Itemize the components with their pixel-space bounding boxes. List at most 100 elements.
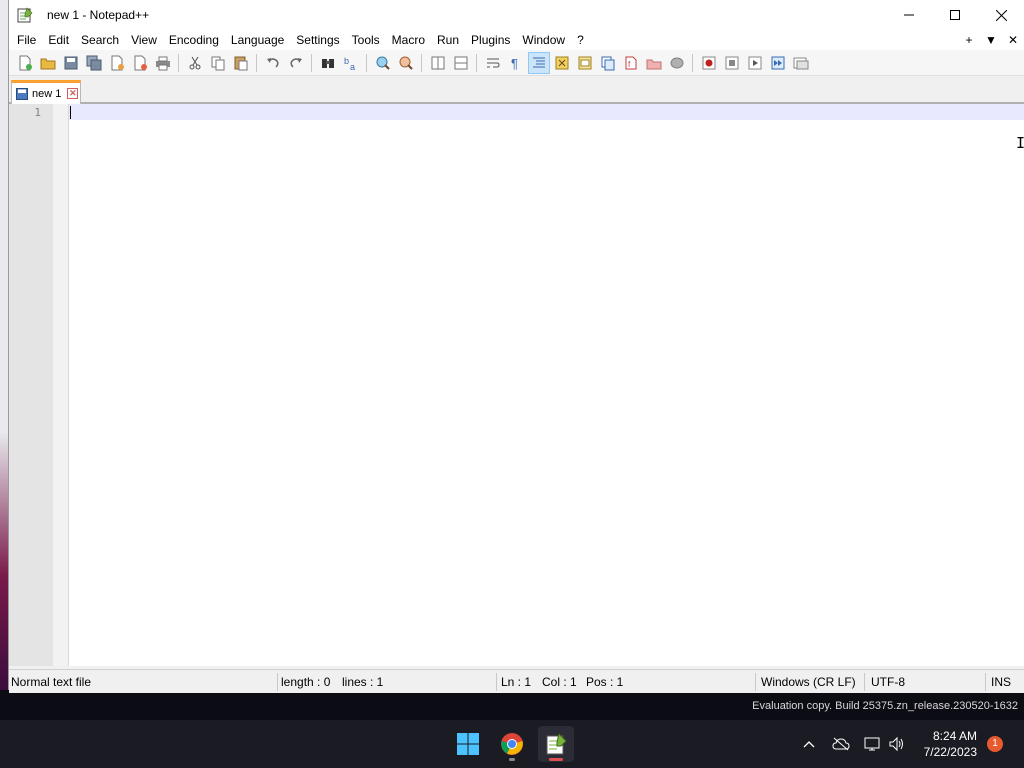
status-pos: Pos : 1 [586,675,624,689]
volume-button[interactable] [886,720,908,768]
copy-button[interactable] [207,52,229,74]
sync-vertical-button[interactable] [427,52,449,74]
run-macro-multiple-button[interactable] [767,52,789,74]
status-col: Col : 1 [542,675,577,689]
function-list-button[interactable] [597,52,619,74]
clock-date: 7/22/2023 [923,745,977,759]
play-macro-button[interactable] [744,52,766,74]
toolbar-separator [366,53,367,72]
menu-plugins[interactable]: Plugins [465,30,516,50]
print-icon [155,56,170,70]
save-all-button[interactable] [83,52,105,74]
doc-list-icon [646,59,661,69]
evaluation-watermark: Evaluation copy. Build 25375.zn_release.… [752,700,1018,712]
undo-button[interactable] [262,52,284,74]
tab-close-button[interactable]: ✕ [67,88,79,99]
show-all-characters-icon: ¶ [511,56,518,71]
zoom-out-button[interactable] [395,52,417,74]
record-macro-icon [702,56,715,69]
cloud-offline-icon [832,737,850,751]
show-all-characters-button[interactable]: ¶ [505,52,527,74]
menu-file[interactable]: File [11,30,42,50]
redo-button[interactable] [285,52,307,74]
paste-icon [234,56,247,70]
editor-area[interactable]: 1 I [9,104,1024,666]
menu-run[interactable]: Run [431,30,465,50]
replace-button[interactable]: ba [340,52,362,74]
doc-map-icon [578,56,591,69]
taskbar: 8:24 AM 7/22/2023 [0,720,1024,768]
menu-settings[interactable]: Settings [290,30,345,50]
tab-bar: new 1 ✕ [9,76,1024,104]
zoom-in-button[interactable] [372,52,394,74]
add-tab-button[interactable]: + [958,33,980,47]
monitoring-button[interactable] [666,52,688,74]
indent-guide-button[interactable] [527,51,550,74]
replace-icon: ba [344,56,355,71]
svg-text:a: a [350,62,355,71]
taskbar-clock[interactable]: 8:24 AM 7/22/2023 [924,728,977,760]
menu-view[interactable]: View [125,30,163,50]
status-divider [985,673,986,691]
menu-encoding[interactable]: Encoding [163,30,225,50]
minimize-button[interactable] [886,0,932,30]
svg-text:b: b [344,56,349,66]
stop-macro-icon [725,56,738,69]
show-hidden-icons-button[interactable] [798,720,820,768]
chrome-icon [501,733,523,755]
notification-badge[interactable]: 1 [987,736,1003,752]
open-file-button[interactable] [37,52,59,74]
record-macro-button[interactable] [698,52,720,74]
onedrive-button[interactable] [830,720,852,768]
windows-start-icon [457,733,479,755]
tab-new-1[interactable]: new 1 ✕ [11,80,81,104]
taskbar-chrome-button[interactable] [494,726,530,762]
save-button[interactable] [60,52,82,74]
app-running-indicator [509,758,515,761]
menu-edit[interactable]: Edit [42,30,75,50]
find-button[interactable] [317,52,339,74]
open-file-icon [40,58,55,69]
menu-macro[interactable]: Macro [386,30,431,50]
cut-button[interactable] [184,52,206,74]
new-file-icon [19,55,32,70]
close-all-button[interactable] [129,52,151,74]
clock-time: 8:24 AM [932,729,977,743]
document-map-button[interactable] [574,52,596,74]
close-file-button[interactable] [106,52,128,74]
word-wrap-button[interactable] [482,52,504,74]
tab-label: new 1 [32,87,62,100]
status-lines: lines : 1 [342,675,384,689]
user-defined-language-button[interactable] [551,52,573,74]
stop-macro-button[interactable] [721,52,743,74]
menu-search[interactable]: Search [75,30,125,50]
status-eol[interactable]: Windows (CR LF) [761,670,856,694]
menu-help[interactable]: ? [571,30,590,50]
save-macro-icon [793,57,808,69]
close-button[interactable] [978,0,1024,30]
menu-window[interactable]: Window [516,30,571,50]
folder-as-workspace-button[interactable]: f [620,52,642,74]
save-macro-button[interactable] [790,52,812,74]
print-button[interactable] [152,52,174,74]
close-file-icon [111,55,124,70]
sync-horizontal-button[interactable] [450,52,472,74]
document-list-button[interactable] [643,52,665,74]
udl-icon [555,56,568,69]
monitoring-icon [670,57,683,68]
tab-list-dropdown-button[interactable]: ▼ [980,33,1002,47]
new-file-button[interactable] [14,52,36,74]
paste-button[interactable] [230,52,252,74]
save-icon [64,56,77,69]
taskbar-notepadpp-button[interactable] [538,726,574,762]
start-button[interactable] [450,726,486,762]
status-divider [496,673,497,691]
maximize-button[interactable] [932,0,978,30]
toolbar-separator [311,53,312,72]
fold-margin[interactable] [53,104,69,666]
menu-language[interactable]: Language [225,30,290,50]
close-tab-button[interactable]: ✕ [1002,33,1024,47]
network-button[interactable] [862,720,884,768]
title-bar[interactable]: new 1 - Notepad++ [9,0,1024,30]
menu-tools[interactable]: Tools [346,30,386,50]
